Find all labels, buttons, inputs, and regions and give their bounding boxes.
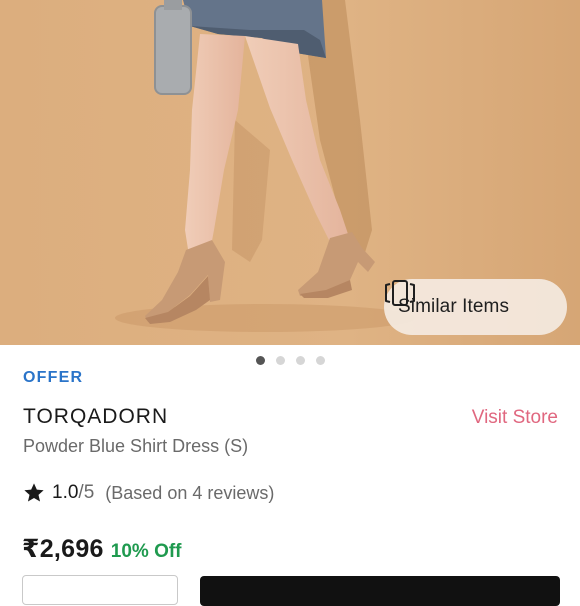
rating-max: /5 (78, 482, 95, 503)
offer-label: OFFER (23, 369, 84, 386)
review-count: (Based on 4 reviews) (105, 482, 275, 503)
product-image-carousel[interactable]: Similar Items (0, 0, 580, 345)
price: ₹2,696 (22, 535, 104, 563)
carousel-dot[interactable] (316, 356, 325, 365)
product-name: Powder Blue Shirt Dress (S) (23, 436, 249, 456)
carousel-dot[interactable] (276, 356, 285, 365)
carousel-dot-active[interactable] (256, 356, 265, 365)
rating-value: 1.0 (52, 482, 79, 503)
carousel-dot[interactable] (296, 356, 305, 365)
similar-items-icon (385, 280, 415, 306)
visit-store-link[interactable]: Visit Store (472, 407, 558, 429)
carousel-indicator (256, 356, 325, 365)
discount-badge: 10% Off (110, 541, 182, 562)
primary-action-button[interactable] (200, 576, 560, 606)
star-icon (24, 483, 44, 502)
price-row: ₹2,696 10% Off (22, 534, 182, 564)
rating-summary[interactable]: 1.0 /5 (Based on 4 reviews) (23, 482, 274, 504)
similar-items-button[interactable]: Similar Items (384, 279, 567, 335)
brand-name: TORQADORN (23, 405, 169, 428)
